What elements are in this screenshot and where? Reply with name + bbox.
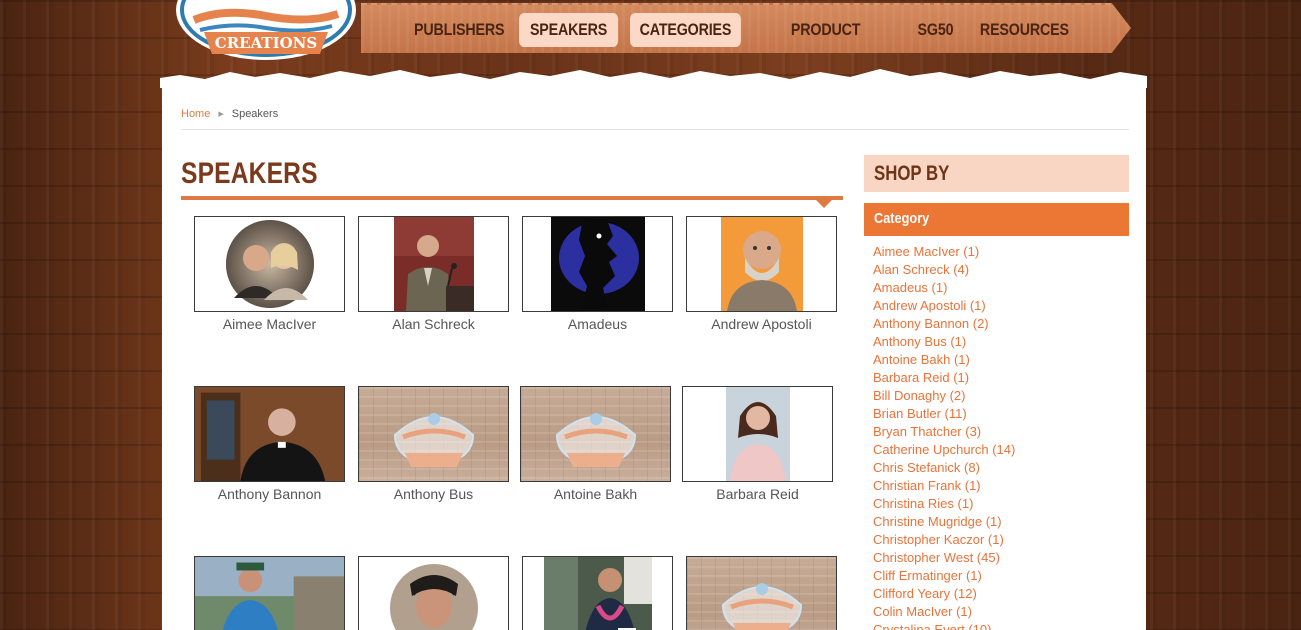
category-link[interactable]: Colin MacIver (1) [873, 603, 1015, 621]
speaker-photo[interactable] [522, 216, 673, 312]
shop-by-title: SHOP BY [874, 162, 950, 185]
category-link[interactable]: Crystalina Evert (10) [873, 621, 1015, 630]
category-link[interactable]: Chris Stefanick (8) [873, 459, 1015, 477]
nav-categories[interactable]: CATEGORIES [630, 13, 741, 47]
title-underline [181, 196, 843, 200]
nav-speakers[interactable]: SPEAKERS [519, 13, 619, 47]
category-link[interactable]: Amadeus (1) [873, 279, 1015, 297]
speaker-card[interactable] [358, 556, 509, 630]
speaker-photo[interactable] [520, 386, 671, 482]
category-link[interactable]: Christina Ries (1) [873, 495, 1015, 513]
speaker-photo[interactable] [194, 386, 345, 482]
category-link[interactable]: Christine Mugridge (1) [873, 513, 1015, 531]
speaker-card[interactable]: Andrew Apostoli [686, 216, 837, 332]
category-link[interactable]: Clifford Yeary (12) [873, 585, 1015, 603]
breadcrumb-current: Speakers [231, 108, 279, 120]
speaker-name[interactable]: Barbara Reid [682, 486, 833, 502]
speaker-card[interactable]: Aimee MacIver [194, 216, 345, 332]
category-filter-title: Category [874, 210, 930, 227]
nav-sg50[interactable]: SG50 [917, 13, 954, 47]
speaker-name[interactable]: Antoine Bakh [520, 486, 671, 502]
speaker-name[interactable]: Alan Schreck [358, 316, 509, 332]
bearded-man-icon [720, 217, 803, 311]
placeholder-logo-icon [393, 413, 474, 467]
speaker-name[interactable]: Aimee MacIver [194, 316, 345, 332]
speaker-photo[interactable] [686, 556, 837, 630]
speaker-photo[interactable] [682, 386, 833, 482]
main-content-panel: Home ▶ Speakers SPEAKERS Aimee MacIver A… [162, 83, 1146, 630]
speaker-card[interactable]: Anthony Bannon [194, 386, 345, 502]
woman-portrait-icon [725, 387, 790, 481]
speaker-card[interactable]: Anthony Bus [358, 386, 509, 502]
speaker-photo[interactable] [358, 556, 509, 630]
category-link[interactable]: Bill Donaghy (2) [873, 387, 1015, 405]
shop-by-header: SHOP BY [864, 155, 1129, 192]
page-title: SPEAKERS [181, 157, 318, 190]
speaker-card[interactable]: Barbara Reid [682, 386, 833, 502]
man-speaking-icon [543, 557, 652, 630]
breadcrumb-divider [181, 129, 1129, 130]
speaker-photo[interactable] [358, 386, 509, 482]
category-link[interactable]: Bryan Thatcher (3) [873, 423, 1015, 441]
nav-product-types[interactable]: PRODUCT TYPES [771, 13, 880, 47]
category-link[interactable]: Christian Frank (1) [873, 477, 1015, 495]
speaker-name[interactable]: Andrew Apostoli [686, 316, 837, 332]
category-link[interactable]: Christopher Kaczor (1) [873, 531, 1015, 549]
breadcrumb-separator-icon: ▶ [218, 111, 224, 118]
logo-text: CREATIONS [215, 34, 317, 52]
speaker-card[interactable]: Amadeus [522, 216, 673, 332]
category-filter-header[interactable]: Category [864, 203, 1129, 236]
category-link[interactable]: Barbara Reid (1) [873, 369, 1015, 387]
speaker-card[interactable] [686, 556, 837, 630]
placeholder-logo-icon [555, 413, 636, 467]
category-link[interactable]: Aimee MacIver (1) [873, 243, 1015, 261]
breadcrumb-home-link[interactable]: Home [181, 108, 210, 120]
speaker-card[interactable] [522, 556, 673, 630]
man-at-podium-icon [393, 217, 474, 311]
category-list: Aimee MacIver (1) Alan Schreck (4) Amade… [873, 243, 1015, 630]
blue-silhouette-icon [550, 217, 645, 311]
main-nav: PUBLISHERS SPEAKERS CATEGORIES PRODUCT T… [361, 3, 1131, 53]
speaker-photo[interactable] [358, 216, 509, 312]
placeholder-logo-icon [721, 583, 802, 630]
category-link[interactable]: Cliff Ermatinger (1) [873, 567, 1015, 585]
man-outdoors-icon [195, 557, 344, 630]
category-link[interactable]: Antoine Bakh (1) [873, 351, 1015, 369]
nav-publishers[interactable]: PUBLISHERS [413, 13, 505, 47]
title-notch-icon [816, 200, 832, 208]
site-logo[interactable]: CREATIONS [174, 0, 358, 62]
category-link[interactable]: Christopher West (45) [873, 549, 1015, 567]
speaker-name[interactable]: Anthony Bannon [194, 486, 345, 502]
category-link[interactable]: Andrew Apostoli (1) [873, 297, 1015, 315]
priest-portrait-icon [195, 387, 344, 481]
man-portrait-circle-icon [389, 564, 478, 630]
speaker-name[interactable]: Amadeus [522, 316, 673, 332]
couple-portrait-icon [225, 220, 314, 308]
speaker-photo[interactable] [686, 216, 837, 312]
speaker-photo[interactable] [522, 556, 673, 630]
category-link[interactable]: Brian Butler (11) [873, 405, 1015, 423]
breadcrumb: Home ▶ Speakers [181, 108, 278, 120]
nav-resources[interactable]: RESOURCES [974, 13, 1075, 47]
speaker-card[interactable] [194, 556, 345, 630]
speaker-photo[interactable] [194, 216, 345, 312]
speaker-card[interactable]: Antoine Bakh [520, 386, 671, 502]
speaker-card[interactable]: Alan Schreck [358, 216, 509, 332]
category-link[interactable]: Alan Schreck (4) [873, 261, 1015, 279]
speaker-photo[interactable] [194, 556, 345, 630]
speaker-name[interactable]: Anthony Bus [358, 486, 509, 502]
category-link[interactable]: Anthony Bus (1) [873, 333, 1015, 351]
category-link[interactable]: Anthony Bannon (2) [873, 315, 1015, 333]
category-link[interactable]: Catherine Upchurch (14) [873, 441, 1015, 459]
